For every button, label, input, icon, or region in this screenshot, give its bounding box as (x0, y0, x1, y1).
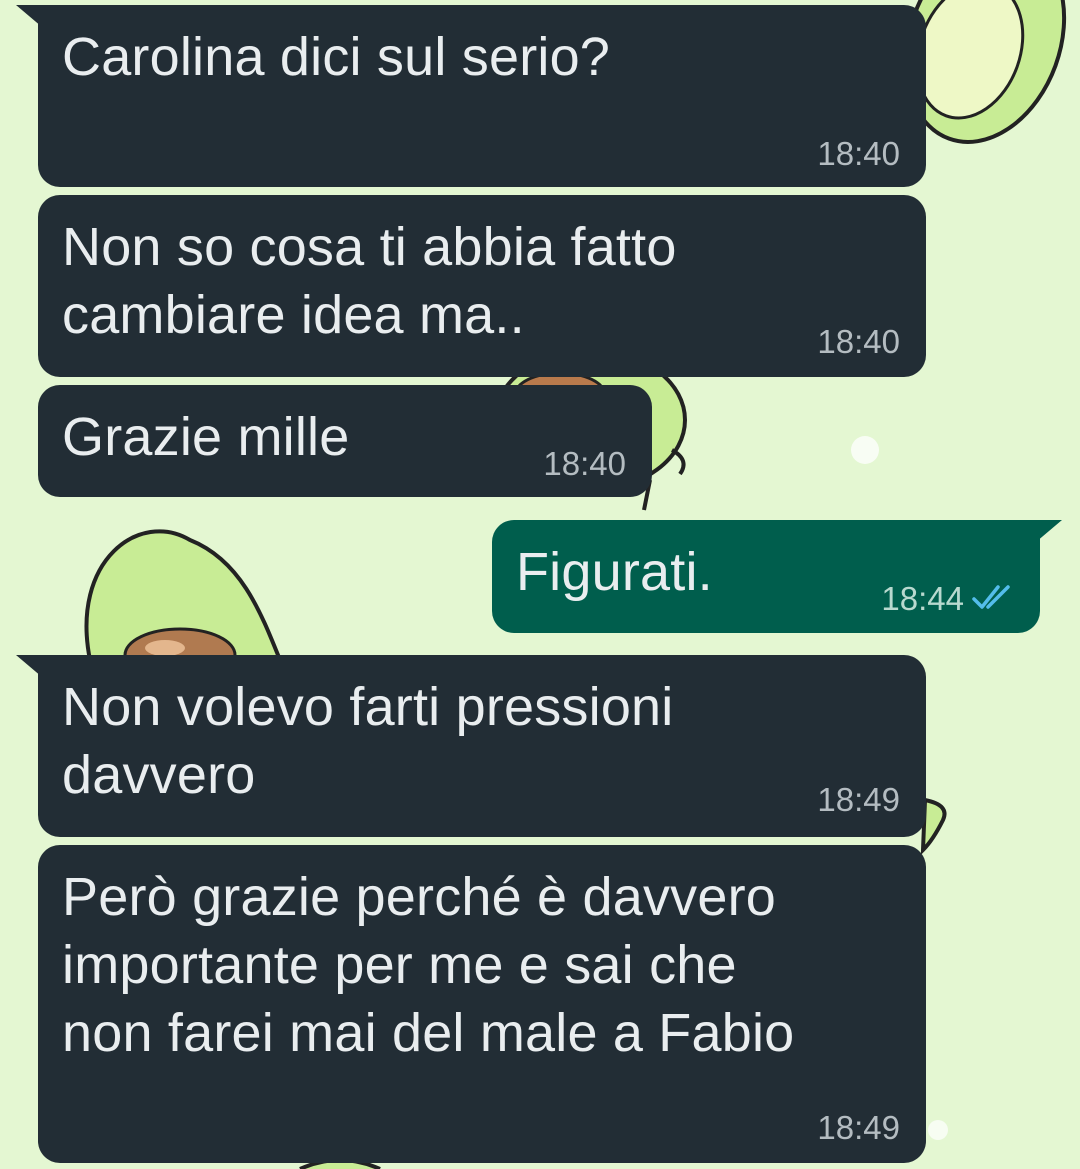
incoming-message-bubble[interactable]: Carolina dici sul serio? 18:40 (16, 5, 926, 187)
bubble-tail-icon (16, 5, 42, 27)
outgoing-message-bubble[interactable]: Figurati. 18:44 (492, 520, 1062, 633)
message-time: 18:44 (881, 580, 964, 617)
message-text: Non so cosa ti abbia fatto cambiare idea… (62, 217, 677, 345)
double-check-read-icon (972, 585, 1010, 609)
message-time: 18:40 (543, 445, 626, 482)
message-time: 18:49 (817, 781, 900, 818)
message-time: 18:40 (817, 135, 900, 172)
chat-message-list[interactable]: Carolina dici sul serio? 18:40 Non so co… (0, 0, 1080, 1169)
message-time: 18:49 (817, 1109, 900, 1146)
bubble-tail-icon (16, 655, 42, 677)
incoming-message-bubble[interactable]: Però grazie perché è davvero importante … (38, 845, 926, 1163)
incoming-message-bubble[interactable]: Grazie mille 18:40 (38, 385, 652, 497)
message-text: Non volevo farti pressioni davvero (62, 677, 674, 805)
message-time: 18:40 (817, 323, 900, 360)
bubble-tail-icon (1036, 520, 1062, 542)
message-text: Carolina dici sul serio? (62, 27, 611, 87)
message-text: Figurati. (516, 542, 713, 602)
incoming-message-bubble[interactable]: Non so cosa ti abbia fatto cambiare idea… (38, 195, 926, 377)
message-text: Grazie mille (62, 407, 350, 467)
incoming-message-bubble[interactable]: Non volevo farti pressioni davvero 18:49 (16, 655, 926, 837)
message-text: Però grazie perché è davvero importante … (62, 867, 795, 1063)
